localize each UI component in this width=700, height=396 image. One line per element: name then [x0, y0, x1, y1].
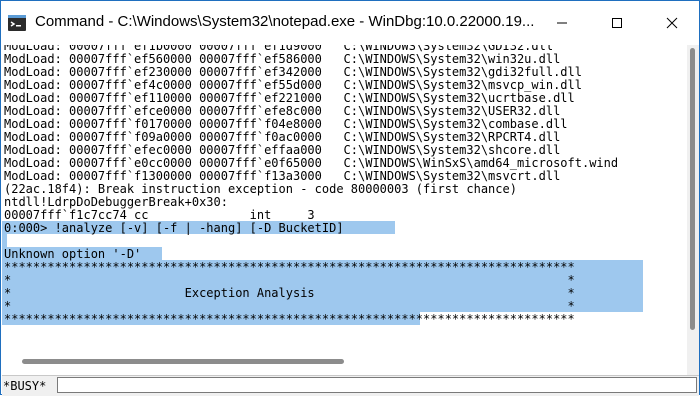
vertical-scrollbar-thumb[interactable]	[690, 48, 695, 330]
windbg-command-window: Command - C:\Windows\System32\notepad.ex…	[0, 0, 700, 396]
maximize-icon	[612, 18, 622, 28]
horizontal-scrollbar-thumb[interactable]	[22, 359, 344, 364]
selection-highlight	[2, 234, 7, 247]
banner-line: ****************************************…	[4, 312, 575, 326]
minimize-icon	[557, 22, 567, 24]
horizontal-scrollbar[interactable]	[2, 351, 686, 375]
windbg-app-icon	[8, 15, 26, 31]
command-bar: *BUSY*	[2, 375, 699, 396]
scrollbar-corner	[687, 351, 699, 375]
close-icon	[666, 17, 678, 29]
command-input[interactable]	[57, 377, 697, 393]
maximize-button[interactable]	[594, 1, 640, 45]
vertical-scrollbar[interactable]	[687, 45, 699, 351]
close-button[interactable]	[649, 1, 695, 45]
minimize-button[interactable]	[539, 1, 585, 45]
command-echo-line: 0:000> !analyze [-v] [-f | -hang] [-D Bu…	[4, 221, 344, 235]
title-bar[interactable]: Command - C:\Windows\System32\notepad.ex…	[1, 1, 699, 45]
busy-status-label: *BUSY*	[3, 379, 47, 393]
command-output-pane[interactable]: ModLoad: 00007fff`ef1b0000 00007fff`ef1d…	[2, 45, 686, 351]
window-title: Command - C:\Windows\System32\notepad.ex…	[35, 13, 535, 30]
